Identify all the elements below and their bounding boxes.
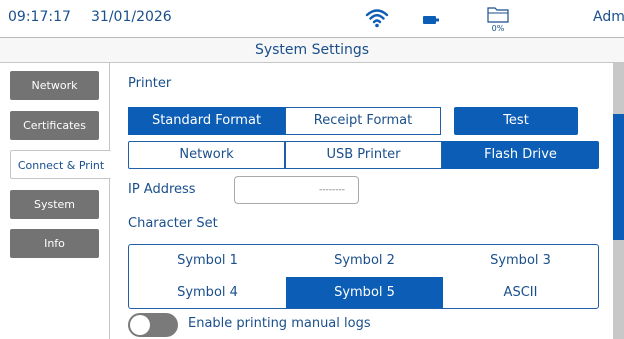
sidebar-item-certificates[interactable]: Certificates [10,111,99,140]
test-button[interactable]: Test [454,107,578,135]
status-time: 09:17:17 [8,9,71,25]
output-flash-drive-button[interactable]: Flash Drive [442,141,599,169]
wifi-icon [365,9,389,28]
page-title: System Settings [0,38,624,63]
output-network-button[interactable]: Network [128,141,285,169]
sidebar-item-info[interactable]: Info [10,229,99,258]
charset-symbol-5[interactable]: Symbol 5 [286,277,443,308]
ip-address-label: IP Address [128,182,196,197]
sidebar-item-connect-print[interactable]: Connect & Print [10,150,111,179]
connect-print-panel: Printer Standard Format Receipt Format T… [111,63,613,339]
receipt-format-button[interactable]: Receipt Format [285,107,441,135]
toggle-knob [130,315,150,335]
charset-symbol-2[interactable]: Symbol 2 [286,245,443,276]
character-set-grid: Symbol 1 Symbol 2 Symbol 3 Symbol 4 Symb… [128,244,599,309]
charset-symbol-3[interactable]: Symbol 3 [443,245,598,276]
battery-icon [423,16,439,24]
ip-address-field[interactable] [234,176,359,204]
status-date: 31/01/2026 [91,9,172,25]
standard-format-button[interactable]: Standard Format [128,107,285,135]
sidebar-item-system[interactable]: System [10,190,99,219]
manual-logs-toggle[interactable] [128,313,178,337]
charset-symbol-4[interactable]: Symbol 4 [129,277,286,308]
scrollbar-thumb[interactable] [613,114,624,240]
charset-ascii[interactable]: ASCII [443,277,598,308]
character-set-label: Character Set [128,216,218,231]
manual-logs-label: Enable printing manual logs [188,316,371,331]
printer-section-label: Printer [128,76,172,91]
sidebar-item-network[interactable]: Network [10,71,99,100]
status-bar: 09:17:17 31/01/2026 0% Admin [0,0,624,38]
folder-icon [487,7,509,23]
user-name[interactable]: Admin [593,9,624,25]
sidebar: Network Certificates Connect & Print Sys… [0,63,111,339]
charset-symbol-1[interactable]: Symbol 1 [129,245,286,276]
storage-percent: 0% [491,24,505,33]
scrollbar[interactable] [613,63,624,339]
output-usb-printer-button[interactable]: USB Printer [285,141,442,169]
